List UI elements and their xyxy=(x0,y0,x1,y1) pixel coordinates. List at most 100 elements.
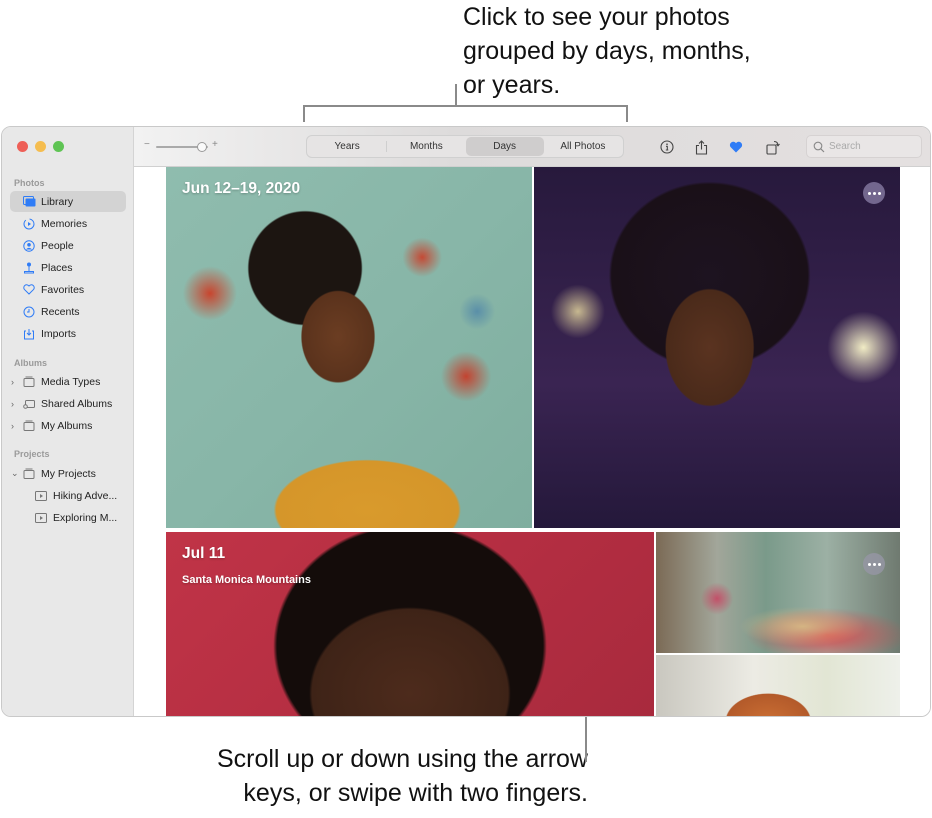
photo-thumbnail[interactable] xyxy=(656,655,900,716)
tab-years[interactable]: Years xyxy=(308,137,386,156)
dot xyxy=(877,191,881,195)
sidebar-item-my-albums[interactable]: › My Albums xyxy=(10,415,126,436)
chevron-right-icon[interactable]: › xyxy=(11,421,14,431)
slideshow-icon xyxy=(34,489,48,503)
photo-thumbnail[interactable]: Jul 11 Santa Monica Mountains xyxy=(166,532,654,716)
sidebar-item-label: Memories xyxy=(41,217,88,230)
sidebar-item-my-projects[interactable]: ⌄ My Projects xyxy=(10,463,126,484)
photo-grid[interactable]: Jun 12–19, 2020 Jul 11 Santa Monica Moun… xyxy=(134,167,930,716)
group-date-title[interactable]: Jul 11 xyxy=(182,545,225,563)
section-photos: Photos xyxy=(14,178,45,188)
slideshow-icon xyxy=(34,511,48,525)
callout-view-tabs: Click to see your photos grouped by days… xyxy=(463,0,843,102)
memories-icon xyxy=(22,217,36,231)
callout-line: Scroll up or down using the arrow xyxy=(216,745,588,773)
callout-leader-line xyxy=(455,84,457,106)
traffic-lights xyxy=(17,141,64,152)
sidebar-item-label: Places xyxy=(41,261,73,274)
photo-thumbnail[interactable]: Jun 12–19, 2020 xyxy=(166,167,532,528)
photo-thumbnail[interactable] xyxy=(656,532,900,653)
folder-icon xyxy=(22,467,36,481)
sidebar-item-imports[interactable]: Imports xyxy=(10,323,126,344)
folder-icon xyxy=(22,419,36,433)
callout-bracket xyxy=(303,105,628,107)
heart-icon xyxy=(22,283,36,297)
group-date-title[interactable]: Jun 12–19, 2020 xyxy=(182,180,300,198)
sidebar-item-label: Exploring M... xyxy=(53,511,118,524)
close-button[interactable] xyxy=(17,141,28,152)
chevron-down-icon[interactable]: ⌄ xyxy=(11,468,19,479)
dot xyxy=(867,562,871,566)
more-options-button[interactable] xyxy=(863,553,885,575)
folder-icon xyxy=(22,375,36,389)
search-field[interactable] xyxy=(806,135,922,158)
group-location[interactable]: Santa Monica Mountains xyxy=(182,574,311,586)
sidebar-item-label: My Albums xyxy=(41,419,93,432)
chevron-right-icon[interactable]: › xyxy=(11,377,14,387)
toolbar: − + Years Months Days All Photos xyxy=(134,127,930,167)
places-icon xyxy=(22,261,36,275)
rotate-icon xyxy=(766,140,780,155)
photos-window: Photos Library Memories People Places Fa… xyxy=(1,126,931,717)
sidebar-item-label: My Projects xyxy=(41,467,96,480)
callout-line: keys, or swipe with two fingers. xyxy=(243,779,588,807)
zoom-in-icon[interactable]: + xyxy=(212,139,218,150)
sidebar-item-memories[interactable]: Memories xyxy=(10,213,126,234)
zoom-slider-knob[interactable] xyxy=(197,142,207,152)
sidebar-item-exploring[interactable]: Exploring M... xyxy=(10,507,126,528)
search-icon xyxy=(813,141,825,152)
clock-icon xyxy=(22,305,36,319)
sidebar-item-label: Favorites xyxy=(41,283,85,296)
favorite-button[interactable] xyxy=(727,138,745,156)
zoom-button[interactable] xyxy=(53,141,64,152)
search-input[interactable] xyxy=(829,141,909,152)
minimize-button[interactable] xyxy=(35,141,46,152)
sidebar-item-label: Hiking Adve... xyxy=(53,489,118,502)
sidebar-item-places[interactable]: Places xyxy=(10,257,126,278)
sidebar-item-label: Media Types xyxy=(41,375,101,388)
callout-bracket-right xyxy=(626,105,628,122)
callout-line: or years. xyxy=(463,71,561,99)
tab-days[interactable]: Days xyxy=(465,137,544,156)
sidebar-item-label: People xyxy=(41,239,74,252)
people-icon xyxy=(22,239,36,253)
sidebar-item-shared-albums[interactable]: › Shared Albums xyxy=(10,393,126,414)
zoom-slider[interactable]: − + xyxy=(144,139,224,154)
sidebar-item-library[interactable]: Library xyxy=(10,191,126,212)
library-icon xyxy=(22,195,36,209)
sidebar-item-label: Imports xyxy=(41,327,77,340)
zoom-out-icon[interactable]: − xyxy=(144,139,150,150)
callout-line: Click to see your photos xyxy=(463,3,730,31)
section-albums: Albums xyxy=(14,358,48,368)
sidebar-item-people[interactable]: People xyxy=(10,235,126,256)
dot xyxy=(877,562,881,566)
tab-months[interactable]: Months xyxy=(387,137,465,156)
sidebar-item-label: Library xyxy=(41,195,74,208)
info-icon xyxy=(660,140,674,154)
sidebar-item-favorites[interactable]: Favorites xyxy=(10,279,126,300)
sidebar: Photos Library Memories People Places Fa… xyxy=(2,127,134,716)
rotate-button[interactable] xyxy=(764,138,782,156)
sidebar-item-label: Recents xyxy=(41,305,80,318)
share-icon xyxy=(695,139,707,155)
sidebar-item-media-types[interactable]: › Media Types xyxy=(10,371,126,392)
view-tabs: Years Months Days All Photos xyxy=(306,135,624,158)
sidebar-item-recents[interactable]: Recents xyxy=(10,301,126,322)
more-options-button[interactable] xyxy=(863,182,885,204)
callout-bracket-left xyxy=(303,105,305,122)
share-button[interactable] xyxy=(692,138,710,156)
shared-folder-icon xyxy=(22,397,36,411)
dot xyxy=(867,191,871,195)
sidebar-item-hiking-adventure[interactable]: Hiking Adve... xyxy=(10,485,126,506)
tab-all-photos[interactable]: All Photos xyxy=(544,137,622,156)
dot xyxy=(872,562,876,566)
dot xyxy=(872,191,876,195)
chevron-right-icon[interactable]: › xyxy=(11,399,14,409)
callout-scroll: Scroll up or down using the arrow keys, … xyxy=(138,742,588,810)
photo-thumbnail[interactable] xyxy=(534,167,900,528)
sidebar-item-label: Shared Albums xyxy=(41,397,113,410)
info-button[interactable] xyxy=(658,138,676,156)
callout-line: grouped by days, months, xyxy=(463,37,751,65)
section-projects: Projects xyxy=(14,449,50,459)
import-icon xyxy=(22,327,36,341)
